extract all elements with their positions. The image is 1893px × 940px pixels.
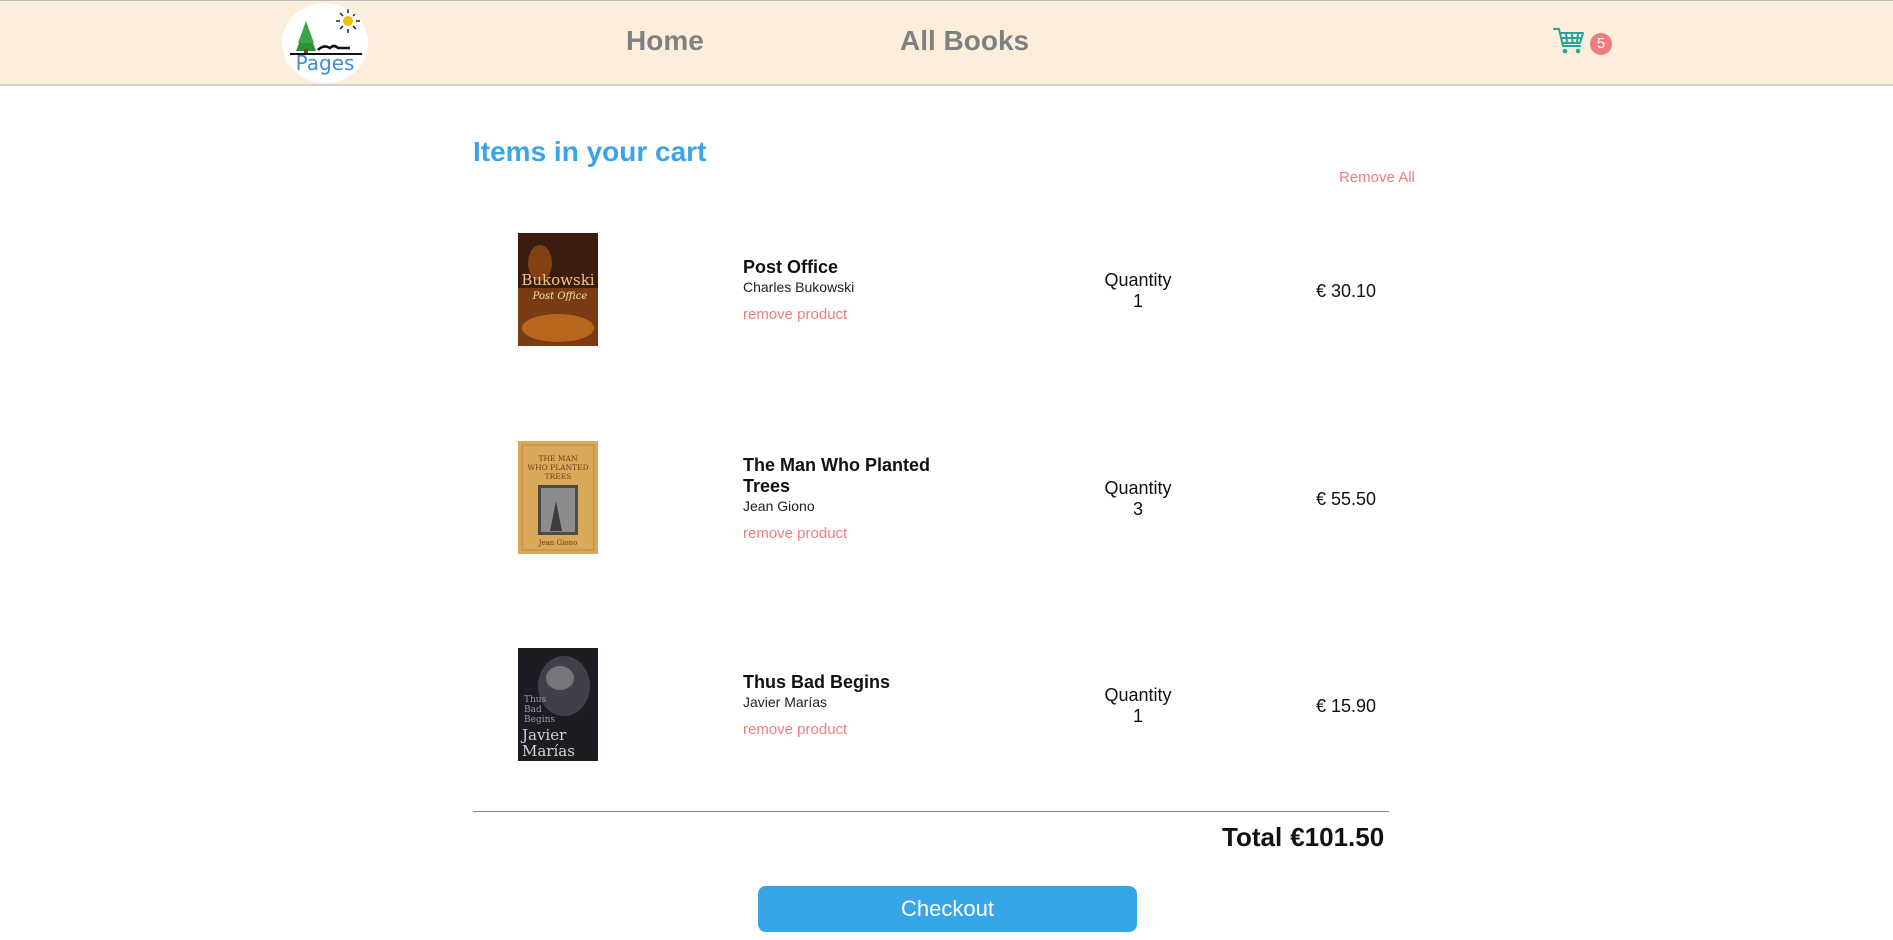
cover-text: TREES: [545, 472, 572, 481]
checkout-button[interactable]: Checkout: [758, 886, 1137, 932]
item-author: Jean Giono: [743, 498, 815, 514]
item-author: Javier Marías: [743, 694, 828, 710]
cover-text: Post Office: [532, 291, 588, 302]
item-price: € 55.50: [1316, 489, 1377, 509]
remove-product-link[interactable]: remove product: [743, 525, 847, 542]
quantity-display: Quantity 1: [1093, 685, 1183, 727]
cover-text: WHO PLANTED: [527, 463, 588, 472]
book-cover-image[interactable]: Thus Bad Begins Javier Marías: [518, 648, 598, 761]
item-title: The Man Who Planted Trees: [743, 455, 930, 496]
nav-home-link[interactable]: Home: [626, 25, 704, 57]
cart-item: Bukowski Post Office Post Office Charles…: [473, 233, 1389, 353]
cover-text: Begins: [524, 715, 555, 725]
shopping-cart-icon[interactable]: [1553, 26, 1585, 56]
quantity-display: Quantity 1: [1093, 270, 1183, 312]
cart-count-badge: 5: [1590, 33, 1612, 55]
cart-total: Total €101.50: [1222, 822, 1384, 853]
book-cover-image[interactable]: Bukowski Post Office: [518, 233, 598, 346]
quantity-value: 1: [1132, 706, 1143, 726]
cover-text: Bukowski: [521, 271, 594, 289]
item-title: Post Office: [743, 257, 839, 277]
remove-product-link[interactable]: remove product: [743, 721, 847, 738]
quantity-label: Quantity: [1104, 478, 1172, 498]
logo[interactable]: Pages: [282, 3, 368, 83]
item-price: € 30.10: [1316, 281, 1377, 301]
cover-text: Bad: [524, 705, 542, 715]
cover-text: Marías: [522, 742, 575, 760]
total-value: €101.50: [1290, 822, 1385, 852]
item-author: Charles Bukowski: [743, 279, 855, 295]
cover-text: Thus: [524, 695, 547, 705]
quantity-display: Quantity 3: [1093, 478, 1183, 520]
cart-item: THE MAN WHO PLANTED TREES Jean Giono The…: [473, 441, 1389, 561]
remove-product-link[interactable]: remove product: [743, 306, 847, 323]
book-cover-image[interactable]: THE MAN WHO PLANTED TREES Jean Giono: [518, 441, 598, 554]
remove-all-link[interactable]: Remove All: [1339, 169, 1415, 186]
cart-item: Thus Bad Begins Javier Marías Thus Bad B…: [473, 648, 1389, 768]
divider: [473, 811, 1389, 812]
navbar: Pages Home All Books 5: [0, 0, 1893, 86]
nav-all-books-link[interactable]: All Books: [900, 25, 1029, 57]
quantity-value: 3: [1132, 499, 1143, 519]
quantity-value: 1: [1132, 291, 1143, 311]
logo-text: Pages: [295, 51, 355, 75]
cover-text: Jean Giono: [538, 539, 578, 547]
item-title: Thus Bad Begins: [743, 672, 891, 692]
total-label: Total: [1222, 822, 1283, 852]
page-title: Items in your cart: [473, 136, 707, 167]
quantity-label: Quantity: [1104, 685, 1172, 705]
cover-text: THE MAN: [538, 454, 577, 463]
quantity-label: Quantity: [1104, 270, 1172, 290]
item-price: € 15.90: [1316, 696, 1377, 716]
